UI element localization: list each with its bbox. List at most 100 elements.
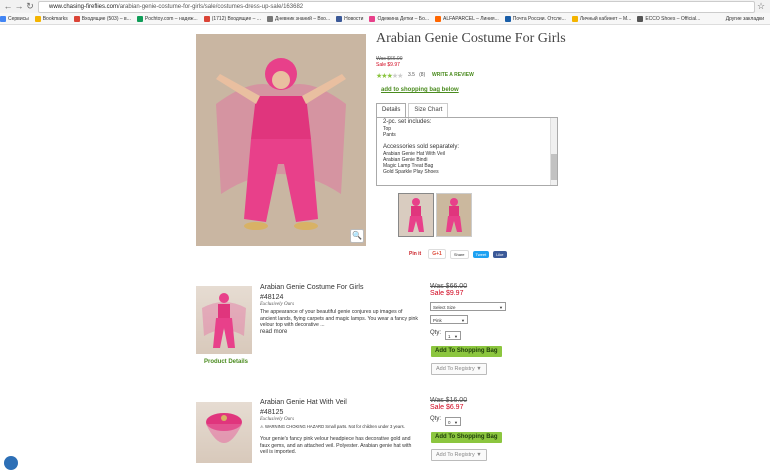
bookmark-item[interactable]: Сервисы [0, 15, 29, 22]
star-icon[interactable]: ☆ [756, 1, 766, 11]
bookmark-item[interactable]: Bookmarks [34, 15, 68, 22]
bookmark-label: Pochtoy.com – надеж... [144, 15, 198, 22]
url-host: www.chasing-fireflies.com [49, 4, 119, 10]
add-to-registry-button[interactable]: Add To Registry ▼ [431, 449, 487, 461]
product-tabs: Details Size Chart [376, 103, 450, 118]
item-image-hat[interactable] [196, 402, 252, 463]
add-to-bag-link[interactable]: add to shopping bag below [381, 87, 459, 93]
scroll-thumb[interactable] [551, 154, 557, 180]
thumbnail-side[interactable] [436, 193, 472, 237]
size-select[interactable]: Select Size ▼ [430, 302, 506, 311]
item-description: Your genie's fancy pink velour headpiece… [260, 436, 412, 455]
add-to-bag-button[interactable]: Add To Shopping Bag [431, 346, 502, 357]
chevron-down-icon: ▼ [499, 305, 503, 310]
thumbnail-image [446, 198, 462, 232]
bookmark-item[interactable]: Личный кабинет – М... [571, 15, 632, 22]
bookmarks-bar: Сервисы Bookmarks Входящие (503) – в... Poc… [0, 13, 770, 25]
add-to-registry-button[interactable]: Add To Registry ▼ [431, 363, 487, 375]
details-text: 2-pc. set includes: Top Pants Accessories … [377, 118, 557, 176]
details-line: Accessories sold separately: [383, 144, 460, 150]
details-scrollbar[interactable] [550, 118, 557, 185]
read-more-link[interactable]: read more [260, 329, 287, 335]
bookmark-favicon-icon [504, 15, 511, 22]
tab-details[interactable]: Details [376, 103, 407, 118]
other-bookmarks[interactable]: Другие закладки [726, 16, 764, 22]
chevron-down-icon: ▼ [454, 334, 458, 339]
girl-costume-illustration [196, 34, 366, 246]
item-name[interactable]: Arabian Genie Hat With Veil [260, 399, 347, 406]
qty-select[interactable]: 1 ▼ [445, 331, 461, 340]
item-name[interactable]: Arabian Genie Costume For Girls [260, 284, 363, 291]
bookmark-item[interactable]: ECCO Shoes – Official... [637, 15, 700, 22]
qty-label: Qty: [430, 416, 442, 422]
address-bar[interactable]: www.chasing-fireflies.com/arabian-genie-… [38, 1, 755, 13]
item-image-costume[interactable] [196, 286, 252, 354]
details-line: Gold Sparkle Play Shoes [383, 169, 439, 175]
bookmark-label: Bookmarks [42, 15, 68, 22]
back-icon[interactable]: ← [3, 1, 13, 11]
forward-icon[interactable]: → [14, 1, 24, 11]
bookmark-favicon-icon [203, 15, 210, 22]
bookmark-favicon-icon [73, 15, 80, 22]
zoom-icon[interactable]: 🔍 [350, 229, 364, 243]
tab-size-chart[interactable]: Size Chart [408, 103, 449, 118]
product-main-image[interactable] [196, 34, 366, 246]
bookmark-item[interactable]: (1712) Входящие – ... [203, 15, 261, 22]
bookmark-label: Одежина Детки – Бо... [377, 15, 430, 22]
bookmark-item[interactable]: Pochtoy.com – надеж... [136, 15, 198, 22]
color-select[interactable]: Pink ▼ [430, 315, 468, 324]
bookmark-favicon-icon [136, 15, 143, 22]
exclusive-label: Exclusively Ours [260, 302, 295, 307]
tweet-button[interactable]: Tweet [472, 250, 490, 258]
star-empty-icon: ★ [397, 73, 403, 80]
thumbnail-image [408, 198, 424, 232]
choking-hazard-warning: ⚠ WARNING CHOKING HAZARD Small parts. No… [260, 424, 405, 429]
bookmark-item[interactable]: ALFAPARCEL – Линия... [435, 15, 499, 22]
qty-label: Qty: [430, 330, 442, 336]
product-title: Arabian Genie Costume For Girls [376, 31, 566, 46]
pinterest-button[interactable]: Pin it [406, 250, 424, 258]
bookmark-favicon-icon [571, 15, 578, 22]
bookmark-item[interactable]: Дневник знаний – Вхо... [266, 15, 331, 22]
reload-icon[interactable]: ↻ [25, 1, 35, 11]
bookmark-label: Входящие (503) – в... [81, 15, 131, 22]
bookmark-item[interactable]: Одежина Детки – Бо... [369, 15, 430, 22]
item-sale-price: Sale $6.97 [430, 404, 464, 411]
rating-stars: ★★★★★ [376, 72, 403, 80]
product-sale-price: Sale $9.97 [376, 62, 400, 68]
bookmark-favicon-icon [369, 15, 376, 22]
bookmark-favicon-icon [0, 15, 6, 22]
bookmark-item[interactable]: Входящие (503) – в... [73, 15, 131, 22]
bookmark-item[interactable]: Новости [336, 15, 364, 22]
browser-toolbar: ← → ↻ www.chasing-fireflies.com/arabian-… [0, 0, 770, 14]
item-sku: #48125 [260, 409, 284, 416]
item-was-price: Was $66.00 [430, 283, 468, 290]
hat-thumbnail [206, 413, 242, 443]
bookmark-favicon-icon [435, 15, 442, 22]
share-button[interactable]: Share [449, 249, 469, 259]
google-plus-button[interactable]: G+1 [428, 249, 446, 259]
bookmark-label: Новости [344, 15, 364, 22]
rating-value: 3.5 (8) [408, 72, 426, 78]
exclusive-label: Exclusively Ours [260, 417, 295, 422]
write-review-link[interactable]: WRITE A REVIEW [432, 72, 474, 78]
costume-thumbnail [202, 293, 246, 348]
bookmark-label: Дневник знаний – Вхо... [274, 15, 331, 22]
thumbnail-front[interactable] [398, 193, 434, 237]
bookmark-label: Личный кабинет – М... [579, 15, 632, 22]
share-buttons: Pin it G+1 Share Tweet Like [406, 249, 511, 259]
details-line: 2-pc. set includes: [383, 119, 432, 125]
bookmark-favicon-icon [637, 15, 644, 22]
product-details-link[interactable]: Product Details [204, 359, 248, 365]
add-to-bag-button[interactable]: Add To Shopping Bag [431, 432, 502, 443]
details-panel: 2-pc. set includes: Top Pants Accessories … [376, 117, 558, 186]
chat-icon[interactable] [4, 456, 18, 470]
bookmark-item[interactable]: Почта России. Отсле... [504, 15, 566, 22]
item-description: The appearance of your beautiful genie c… [260, 309, 419, 328]
bookmark-label: Почта России. Отсле... [512, 15, 566, 22]
facebook-like-button[interactable]: Like [493, 250, 507, 258]
bookmark-label: (1712) Входящие – ... [211, 15, 261, 22]
bookmark-label: Сервисы [8, 15, 29, 22]
bookmark-favicon-icon [266, 15, 273, 22]
qty-select[interactable]: 0 ▼ [445, 417, 461, 426]
